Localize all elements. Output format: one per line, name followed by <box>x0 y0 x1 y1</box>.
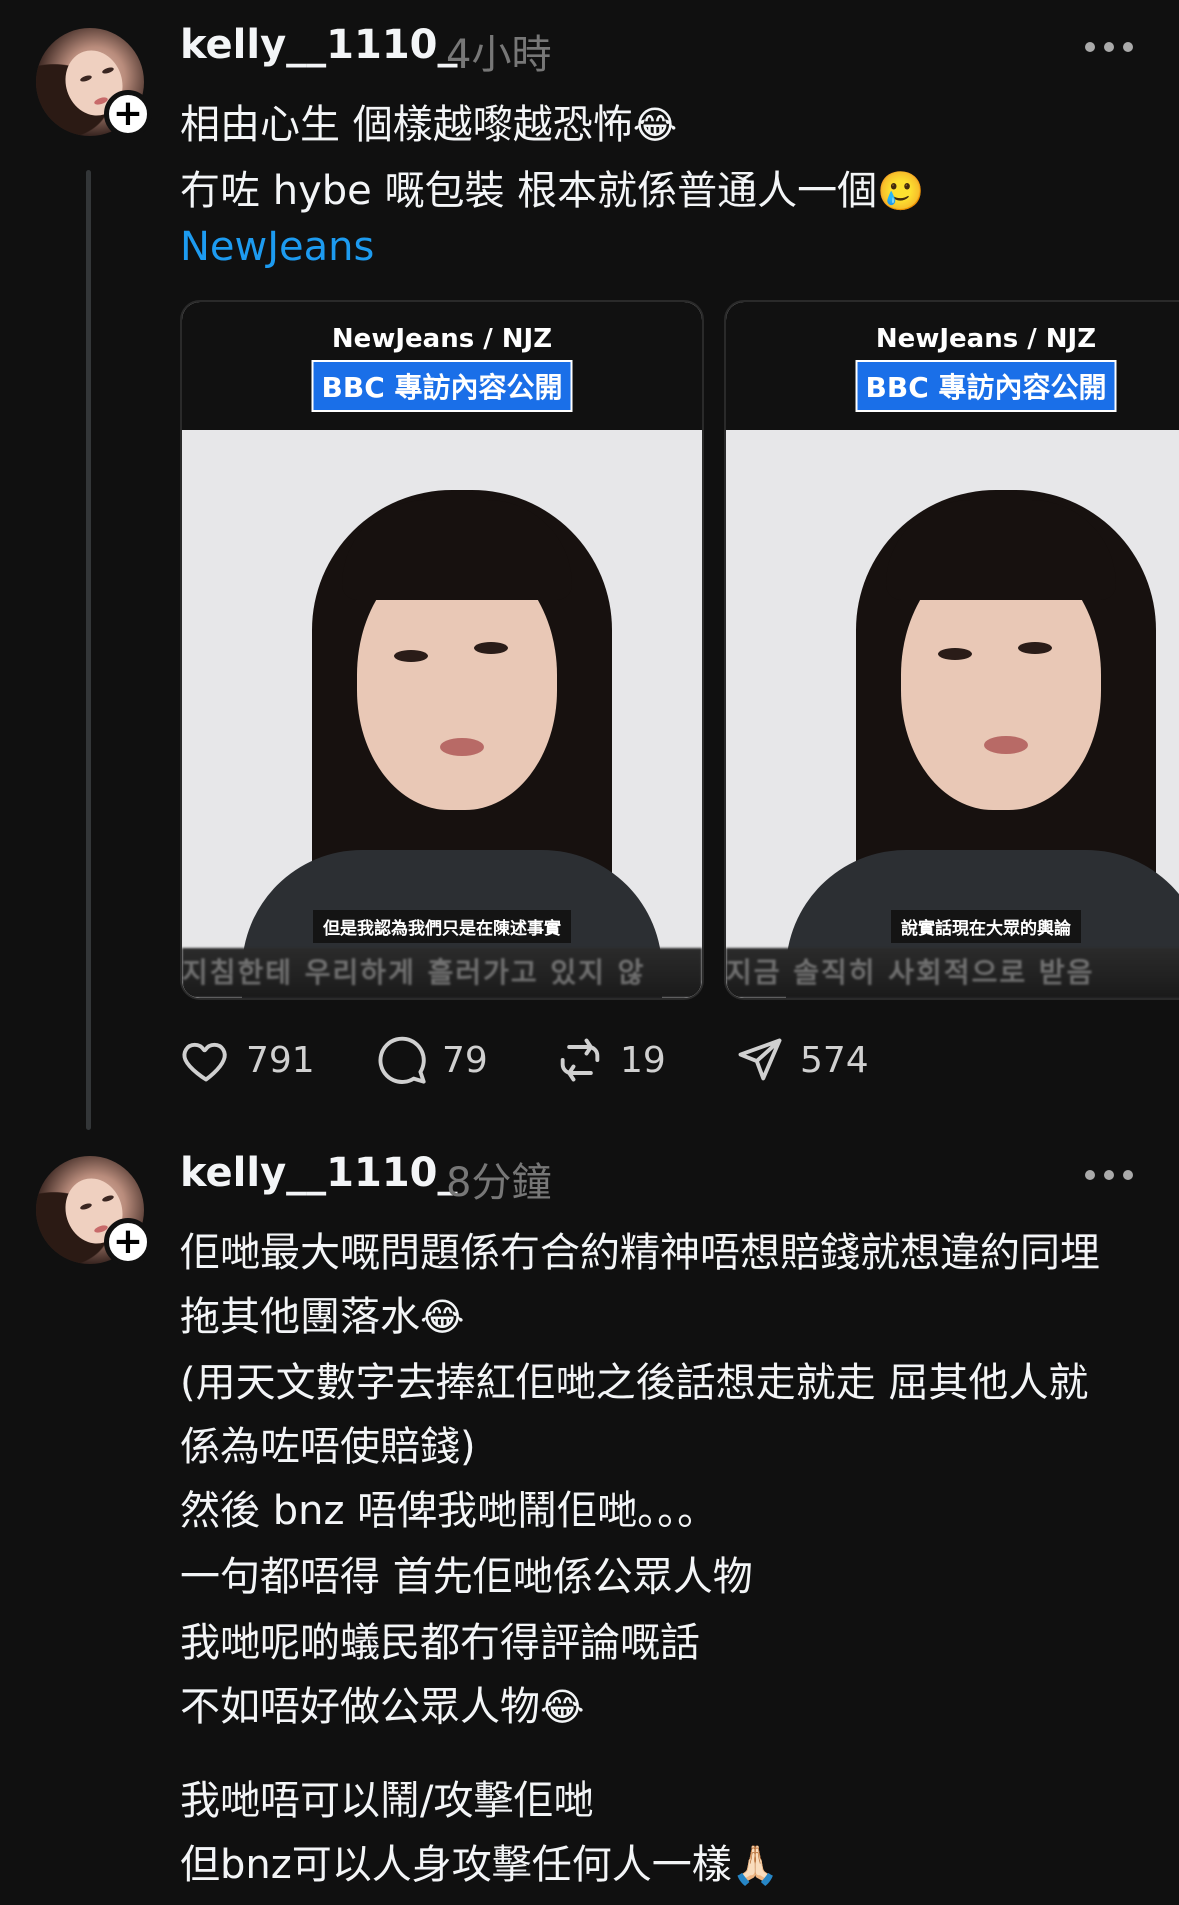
post-text-line: 不如唔好做公眾人物😂 <box>180 1674 584 1732</box>
thread-line <box>86 170 91 1130</box>
media-card[interactable]: NewJeans / NJZ BBC 專訪內容公開 說實話現在大眾的輿論 지금 … <box>724 300 1179 1000</box>
reply-count: 79 <box>442 1039 488 1081</box>
username[interactable]: kelly__1110_ <box>180 1150 457 1196</box>
laugh-emoji: 😂 <box>540 1685 585 1729</box>
post-text: 然後 bnz 唔俾我哋鬧佢哋。。。 <box>180 1488 718 1534</box>
post-text: 一句都唔得 首先佢哋係公眾人物 <box>180 1554 753 1600</box>
repost-button[interactable]: 19 <box>554 1030 666 1090</box>
video-subtitle: 但是我認為我們只是在陳述事實 <box>313 910 571 943</box>
portrait-eye <box>474 642 508 654</box>
post-text: 我哋唔可以鬧/攻擊佢哋 <box>180 1778 594 1824</box>
like-button[interactable]: 791 <box>180 1030 315 1090</box>
blurred-caption: 지금 솔직히 사회적으로 받음 <box>726 948 1179 998</box>
username[interactable]: kelly__1110_ <box>180 22 457 68</box>
portrait-mouth <box>984 736 1028 754</box>
post-text-line: 但bnz可以人身攻擊任何人一樣🙏🏻 <box>180 1832 779 1890</box>
post-text-line: 我哋唔可以鬧/攻擊佢哋 <box>180 1768 593 1826</box>
share-count: 574 <box>800 1039 869 1081</box>
card-label: BBC 專訪內容公開 <box>855 360 1117 412</box>
laugh-emoji: 😂 <box>632 103 678 147</box>
follow-button[interactable]: + <box>104 90 152 138</box>
blurred-caption: 지침한테 우리하게 흘러가고 있지 않 <box>182 948 702 998</box>
post-text-line: 一句都唔得 首先佢哋係公眾人物 <box>180 1544 753 1602</box>
sad-emoji: 🥲 <box>877 169 925 213</box>
post-time: 8分鐘 <box>446 1160 552 1206</box>
post-text-line: (用天文數字去捧紅佢哋之後話想走就走 屈其他人就 <box>180 1350 1088 1408</box>
action-bar: 791 79 19 574 <box>180 1030 980 1090</box>
like-count: 791 <box>246 1039 315 1081</box>
portrait-eye <box>394 650 428 662</box>
follow-button[interactable]: + <box>104 1218 152 1266</box>
topic-tag[interactable]: NewJeans <box>180 224 374 270</box>
post-text: (用天文數字去捧紅佢哋之後話想走就走 屈其他人就 <box>180 1360 1089 1406</box>
post-text-line: 冇咗 hybe 嘅包裝 根本就係普通人一個🥲 <box>180 158 925 216</box>
post-text-line: 我哋呢啲蟻民都冇得評論嘅話 <box>180 1610 700 1668</box>
post-text: 不如唔好做公眾人物 <box>180 1684 540 1730</box>
repost-count: 19 <box>620 1039 666 1081</box>
post-text-line: 佢哋最大嘅問題係冇合約精神唔想賠錢就想違約同埋 <box>180 1220 1100 1278</box>
more-icon[interactable] <box>1085 40 1133 54</box>
pray-emoji: 🙏🏻 <box>731 1843 780 1887</box>
reply-button[interactable]: 79 <box>376 1030 488 1090</box>
card-label: BBC 專訪內容公開 <box>311 360 573 412</box>
post-text-line: 係為咗唔使賠錢) <box>180 1414 476 1472</box>
media-card[interactable]: NewJeans / NJZ BBC 專訪內容公開 但是我認為我們只是在陳述事實… <box>180 300 704 1000</box>
send-icon <box>738 1038 782 1081</box>
video-frame: 但是我認為我們只是在陳述事實 <box>182 430 702 998</box>
post-text-line: 然後 bnz 唔俾我哋鬧佢哋。。。 <box>180 1478 717 1536</box>
post-text: 佢哋最大嘅問題係冇合約精神唔想賠錢就想違約同埋 <box>180 1230 1100 1276</box>
laugh-emoji: 😂 <box>420 1295 465 1339</box>
post-text: 我哋呢啲蟻民都冇得評論嘅話 <box>180 1620 700 1666</box>
video-frame: 說實話現在大眾的輿論 <box>726 430 1179 998</box>
portrait-eye <box>1018 642 1052 654</box>
post-text: 相由心生 個樣越嚟越恐怖 <box>180 102 633 148</box>
post-text-line: 拖其他團落水😂 <box>180 1284 464 1342</box>
card-brand: NewJeans / NJZ <box>875 324 1097 354</box>
more-icon[interactable] <box>1085 1168 1133 1182</box>
media-carousel[interactable]: NewJeans / NJZ BBC 專訪內容公開 但是我認為我們只是在陳述事實… <box>180 300 1179 1000</box>
portrait-eye <box>938 648 972 660</box>
post-text: 但bnz可以人身攻擊任何人一樣 <box>180 1842 732 1888</box>
portrait-mouth <box>440 738 484 756</box>
share-button[interactable]: 574 <box>734 1030 869 1090</box>
post-text: 拖其他團落水 <box>180 1294 420 1340</box>
repost-icon <box>560 1038 600 1082</box>
comment-icon <box>378 1036 426 1084</box>
post-text: 冇咗 hybe 嘅包裝 根本就係普通人一個 <box>180 168 878 214</box>
heart-icon <box>182 1042 227 1082</box>
card-brand: NewJeans / NJZ <box>331 324 553 354</box>
post-text-line: 相由心生 個樣越嚟越恐怖😂 <box>180 92 677 150</box>
post-time: 4小時 <box>446 32 552 78</box>
video-subtitle: 說實話現在大眾的輿論 <box>891 910 1081 943</box>
post-text: 係為咗唔使賠錢) <box>180 1424 476 1470</box>
